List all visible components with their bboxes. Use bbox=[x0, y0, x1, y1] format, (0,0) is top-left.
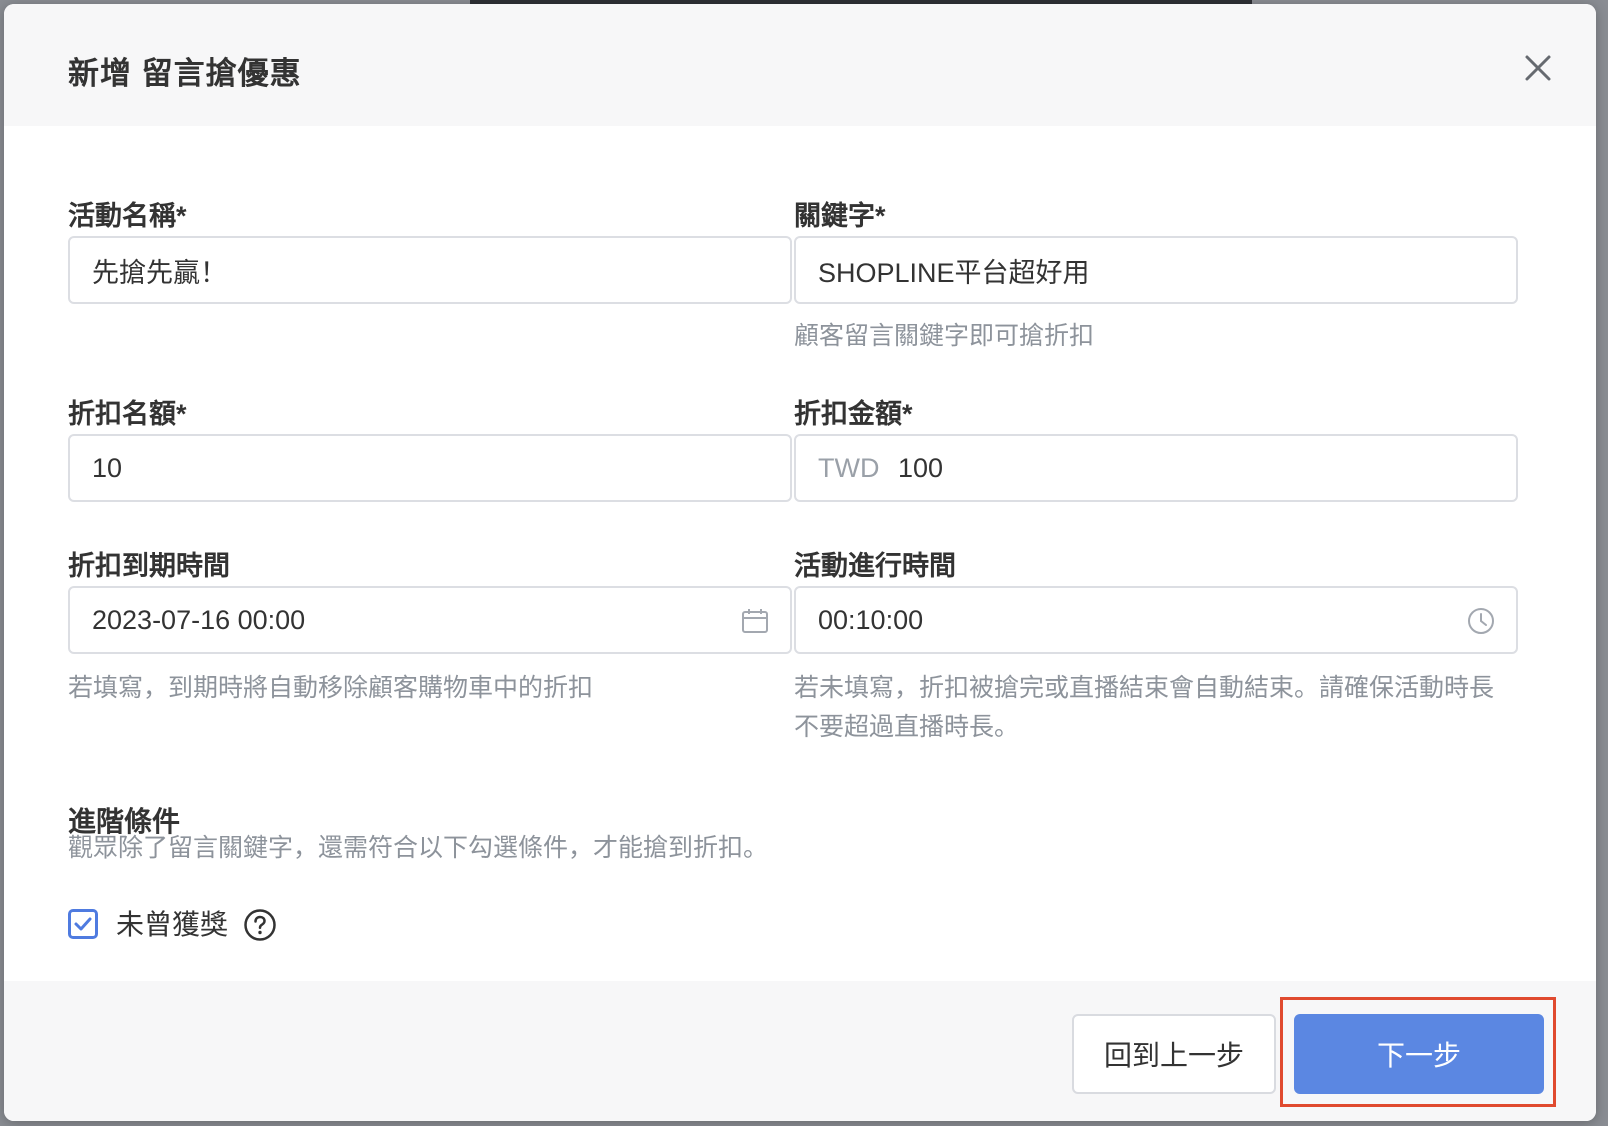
help-icon[interactable] bbox=[243, 908, 277, 942]
discount-expiry-input[interactable] bbox=[92, 588, 732, 652]
activity-name-input[interactable] bbox=[92, 238, 732, 302]
discount-quota-label: 折扣名額* bbox=[68, 399, 187, 429]
activity-name-field-box bbox=[68, 236, 792, 304]
keyword-field-box bbox=[794, 236, 1518, 304]
advanced-conditions-description: 觀眾除了留言關鍵字，還需符合以下勾選條件，才能搶到折扣。 bbox=[68, 834, 769, 862]
activity-duration-hint-line1: 若未填寫，折扣被搶完或直播結束會自動結束。請確保活動時長 bbox=[794, 674, 1495, 702]
discount-expiry-hint: 若填寫，到期時將自動移除顧客購物車中的折扣 bbox=[68, 674, 594, 702]
check-icon bbox=[74, 917, 92, 931]
currency-prefix: TWD bbox=[818, 453, 880, 483]
calendar-icon[interactable] bbox=[740, 606, 770, 636]
condition-never-won: 未曾獲獎 bbox=[68, 907, 328, 947]
modal-title: 新增 留言搶優惠 bbox=[68, 56, 302, 91]
discount-quota-input[interactable] bbox=[92, 436, 732, 500]
keyword-label: 關鍵字* bbox=[794, 201, 886, 231]
discount-expiry-field-box bbox=[68, 586, 792, 654]
next-step-button[interactable]: 下一步 bbox=[1294, 1014, 1544, 1094]
close-icon bbox=[1525, 55, 1551, 81]
activity-name-label: 活動名稱* bbox=[68, 201, 187, 231]
discount-expiry-label: 折扣到期時間 bbox=[68, 551, 230, 581]
back-button[interactable]: 回到上一步 bbox=[1072, 1014, 1276, 1094]
discount-amount-input[interactable] bbox=[898, 436, 1458, 500]
never-won-label[interactable]: 未曾獲獎 bbox=[116, 907, 228, 943]
activity-duration-input[interactable] bbox=[818, 588, 1458, 652]
activity-duration-label: 活動進行時間 bbox=[794, 551, 956, 581]
create-comment-discount-modal: 新增 留言搶優惠 活動名稱* 關鍵字* 顧客留言關鍵字即可搶折扣 折扣名額* 折… bbox=[4, 4, 1596, 1121]
keyword-hint: 顧客留言關鍵字即可搶折扣 bbox=[794, 322, 1095, 350]
discount-amount-field-box: TWD bbox=[794, 434, 1518, 502]
discount-quota-field-box bbox=[68, 434, 792, 502]
activity-duration-hint-line2: 不要超過直播時長。 bbox=[794, 713, 1020, 741]
modal-header: 新增 留言搶優惠 bbox=[4, 4, 1596, 126]
activity-duration-field-box bbox=[794, 586, 1518, 654]
discount-amount-label: 折扣金額* bbox=[794, 399, 913, 429]
never-won-checkbox[interactable] bbox=[68, 909, 98, 939]
keyword-input[interactable] bbox=[818, 238, 1458, 302]
clock-icon[interactable] bbox=[1466, 606, 1496, 636]
close-button[interactable] bbox=[1516, 46, 1560, 90]
